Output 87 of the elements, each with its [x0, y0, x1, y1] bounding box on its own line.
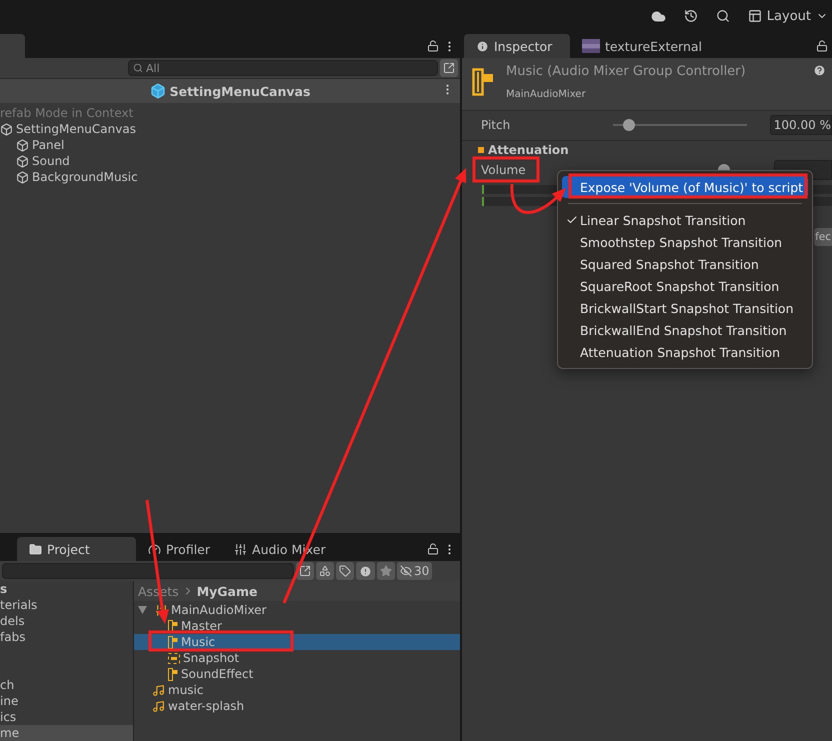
panel-tab[interactable]: Profiler: [136, 537, 222, 561]
menu-item[interactable]: Smoothstep Snapshot Transition: [562, 231, 808, 253]
component-title: Music (Audio Mixer Group Controller): [506, 64, 746, 79]
search-field[interactable]: All: [128, 60, 438, 76]
expand-arrow-icon[interactable]: [138, 606, 147, 614]
panel-tab[interactable]: textureExternal: [570, 34, 714, 58]
lock-icon[interactable]: [816, 40, 828, 52]
gauge-icon: [148, 542, 161, 556]
hierarchy-item[interactable]: Sound: [32, 154, 70, 168]
asset-row[interactable]: Snapshot: [134, 650, 460, 666]
property-label: Volume: [481, 163, 527, 177]
asset-row[interactable]: water-splash: [134, 698, 460, 714]
folder-item[interactable]: ine: [0, 693, 133, 709]
external-icon: [443, 62, 455, 74]
asset-row[interactable]: SoundEffect: [134, 666, 460, 682]
mixer-group-icon: [168, 636, 178, 648]
panel-tab[interactable]: Inspector: [464, 34, 570, 58]
layout-dropdown[interactable]: Layout: [748, 8, 828, 24]
menu-item[interactable]: SquareRoot Snapshot Transition: [562, 275, 808, 297]
highlight-box: [472, 156, 540, 182]
value-field[interactable]: 100.00 %: [770, 115, 832, 135]
mixer-group-icon: [168, 620, 178, 632]
snapshot-icon: [168, 652, 180, 664]
menu-item[interactable]: Squared Snapshot Transition: [562, 253, 808, 275]
folder-item[interactable]: s: [0, 581, 133, 597]
folder-item[interactable]: fabs: [0, 629, 133, 645]
folder-item[interactable]: dels: [0, 613, 133, 629]
asset-row[interactable]: Music: [134, 634, 460, 650]
search-icon: [133, 63, 143, 73]
cube-icon: [16, 170, 29, 184]
search-field[interactable]: [2, 563, 294, 579]
panel-tab[interactable]: Project: [17, 537, 136, 561]
alert-filter-button[interactable]: [356, 562, 375, 580]
hidden-count-button[interactable]: 30: [397, 562, 432, 580]
lock-icon[interactable]: [427, 40, 439, 52]
section-marker-icon: [478, 147, 484, 153]
info-icon: [476, 40, 489, 52]
prefab-title: SettingMenuCanvas: [170, 84, 310, 98]
music-note-icon: [152, 700, 165, 712]
eye-off-icon: [400, 565, 412, 577]
annotation-arrow: [510, 184, 566, 214]
menu-item[interactable]: Attenuation Snapshot Transition: [562, 341, 808, 363]
mixer-group-icon: [168, 668, 178, 680]
alert-icon: [359, 564, 372, 578]
menu-item[interactable]: Linear Snapshot Transition: [562, 209, 808, 231]
shapes-icon: [319, 565, 331, 577]
favorite-button[interactable]: [377, 562, 395, 580]
cube-icon: [0, 122, 13, 136]
hierarchy-item[interactable]: SettingMenuCanvas: [16, 122, 136, 136]
mixer-group-icon: [472, 68, 494, 96]
hierarchy-item[interactable]: Panel: [32, 138, 64, 152]
asset-row[interactable]: music: [134, 682, 460, 698]
folder-item[interactable]: me: [0, 725, 133, 741]
cube-icon: [16, 138, 29, 152]
folder-item[interactable]: ics: [0, 709, 133, 725]
help-icon[interactable]: [813, 64, 826, 77]
music-note-icon: [152, 684, 165, 696]
texture-thumbnail-icon: [582, 39, 600, 53]
label-filter-button[interactable]: [336, 562, 354, 580]
folder-icon: [29, 542, 42, 556]
breadcrumb-link[interactable]: MyGame: [196, 584, 258, 598]
external-icon: [299, 565, 311, 577]
history-icon[interactable]: [684, 9, 698, 23]
scene-search-button[interactable]: [440, 59, 458, 77]
asset-row[interactable]: Master: [134, 618, 460, 634]
menu-item[interactable]: BrickwallStart Snapshot Transition: [562, 297, 808, 319]
hidden-count: 30: [414, 564, 430, 578]
cloud-icon[interactable]: [650, 8, 666, 24]
tag-icon: [339, 565, 351, 577]
cube-icon: [16, 154, 29, 168]
type-filter-button[interactable]: [316, 562, 334, 580]
lock-icon[interactable]: [427, 543, 439, 555]
slider-thumb[interactable]: [623, 119, 636, 131]
search-icon[interactable]: [716, 9, 730, 23]
mixer-icon: [234, 542, 248, 556]
folder-item[interactable]: ch: [0, 677, 133, 693]
context-label: refab Mode in Context: [0, 106, 134, 120]
mixer-name: MainAudioMixer: [506, 89, 587, 100]
folder-item[interactable]: terials: [0, 597, 133, 613]
property-label: Pitch: [481, 118, 512, 132]
layout-icon: [748, 9, 762, 23]
section-title: Attenuation: [488, 143, 569, 157]
add-effect-button[interactable]: fec: [814, 228, 832, 246]
prefab-icon: [150, 83, 166, 99]
menu-item[interactable]: BrickwallEnd Snapshot Transition: [562, 319, 808, 341]
star-icon: [380, 565, 392, 577]
hierarchy-item[interactable]: BackgroundMusic: [32, 170, 138, 184]
